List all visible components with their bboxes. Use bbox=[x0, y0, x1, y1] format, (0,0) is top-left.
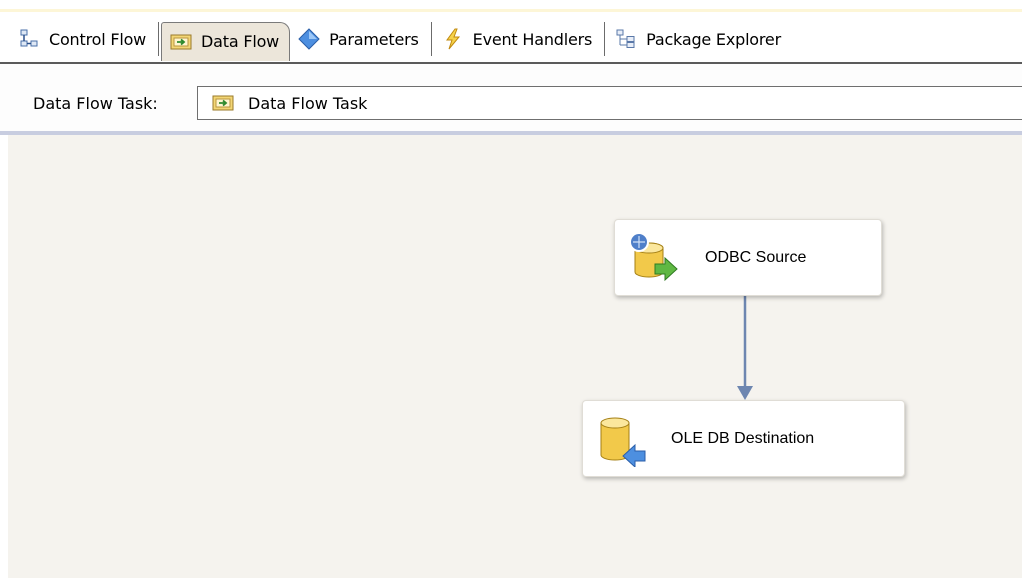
tab-parameters[interactable]: Parameters bbox=[290, 19, 429, 59]
data-flow-task-icon bbox=[212, 95, 234, 111]
tab-label: Event Handlers bbox=[472, 29, 593, 49]
data-flow-path[interactable] bbox=[8, 135, 1022, 578]
data-flow-icon bbox=[170, 34, 192, 49]
selected-task: Data Flow Task bbox=[248, 93, 368, 113]
ole-db-destination-component[interactable]: OLE DB Destination bbox=[582, 400, 905, 477]
data-flow-task-dropdown[interactable]: Data Flow Task bbox=[197, 86, 1022, 120]
designer-tab-bar: Control Flow Data Flow Parameters Event … bbox=[0, 16, 1022, 64]
tab-data-flow[interactable]: Data Flow bbox=[161, 21, 291, 61]
tab-separator bbox=[158, 22, 160, 56]
data-flow-canvas[interactable]: ODBC Source OLE DB Destination bbox=[8, 135, 1022, 578]
parameters-icon bbox=[298, 28, 320, 50]
component-label: OLE DB Destination bbox=[671, 429, 815, 447]
tab-label: Package Explorer bbox=[646, 29, 781, 49]
tab-separator bbox=[430, 22, 432, 56]
event-handlers-icon bbox=[445, 28, 460, 50]
tab-label: Control Flow bbox=[49, 29, 147, 49]
odbc-source-component[interactable]: ODBC Source bbox=[614, 219, 882, 296]
ole-db-destination-icon bbox=[600, 417, 646, 467]
component-label: ODBC Source bbox=[705, 248, 807, 266]
tab-package-explorer[interactable]: Package Explorer bbox=[607, 19, 791, 59]
tab-separator bbox=[604, 22, 606, 56]
path-arrowhead bbox=[737, 386, 753, 400]
control-flow-icon bbox=[20, 29, 38, 47]
task-selector-bar: Data Flow Task: Data Flow Task bbox=[0, 64, 1022, 135]
top-edge bbox=[0, 0, 1022, 12]
tab-event-handlers[interactable]: Event Handlers bbox=[434, 19, 602, 59]
tab-label: Data Flow bbox=[201, 32, 280, 51]
task-selector-label: Data Flow Task: bbox=[33, 94, 158, 113]
tab-label: Parameters bbox=[329, 29, 419, 49]
tab-control-flow[interactable]: Control Flow bbox=[10, 19, 156, 59]
package-explorer-icon bbox=[616, 29, 635, 48]
odbc-source-icon bbox=[629, 231, 678, 281]
